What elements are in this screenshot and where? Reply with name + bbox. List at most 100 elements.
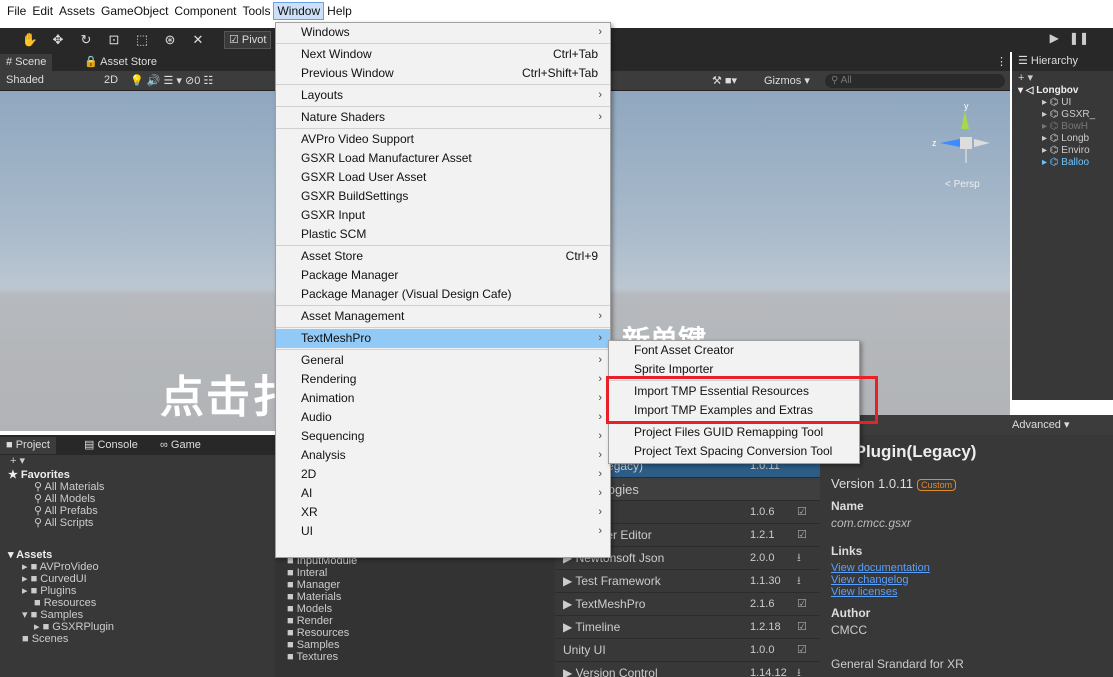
- tab-asset-store[interactable]: 🔒 Asset Store: [78, 54, 163, 71]
- menu-item-analysis[interactable]: Analysis ›: [276, 446, 610, 465]
- hierarchy-item[interactable]: ▸ ⌬ UI: [1012, 97, 1113, 109]
- scale-tool-icon[interactable]: ⊡: [104, 31, 124, 49]
- view-licenses-link[interactable]: View licenses: [831, 586, 1113, 598]
- menu-item-audio[interactable]: Audio ›: [276, 408, 610, 427]
- menu-item-windows[interactable]: Windows ›: [276, 23, 610, 42]
- hierarchy-item[interactable]: ▸ ⌬ Longb: [1012, 133, 1113, 145]
- rotate-tool-icon[interactable]: ↻: [76, 31, 96, 49]
- menu-item-asset-management[interactable]: Asset Management ›: [276, 307, 610, 326]
- menu-item-avpro-video-support[interactable]: AVPro Video Support: [276, 130, 610, 149]
- tab-project[interactable]: ■ Project: [0, 437, 56, 454]
- favorite-item[interactable]: ⚲ All Materials: [0, 481, 275, 493]
- menu-window[interactable]: Window: [273, 2, 325, 20]
- menu-item-previous-window[interactable]: Previous Window Ctrl+Shift+Tab: [276, 64, 610, 83]
- view-changelog-link[interactable]: View changelog: [831, 574, 1113, 586]
- hierarchy-item[interactable]: ▸ ⌬ BowH: [1012, 121, 1113, 133]
- orientation-gizmo-icon[interactable]: y z: [930, 101, 1000, 176]
- menu-item-gsxr-buildsettings[interactable]: GSXR BuildSettings: [276, 187, 610, 206]
- project-add-button[interactable]: + ▾: [0, 455, 275, 469]
- folder-item[interactable]: ■ Models: [275, 603, 555, 615]
- menu-item-gsxr-input[interactable]: GSXR Input: [276, 206, 610, 225]
- menu-tools[interactable]: Tools: [239, 2, 273, 20]
- more-options-icon[interactable]: ⋮: [990, 54, 1013, 71]
- hierarchy-add-button[interactable]: + ▾: [1012, 71, 1113, 85]
- menu-item-plastic-scm[interactable]: Plastic SCM: [276, 225, 610, 244]
- hierarchy-tab[interactable]: ☰ Hierarchy: [1012, 52, 1113, 71]
- menu-item-ai[interactable]: AI ›: [276, 484, 610, 503]
- advanced-dropdown[interactable]: Advanced ▾: [1012, 418, 1070, 431]
- menu-assets[interactable]: Assets: [56, 2, 98, 20]
- folder-item[interactable]: ■ Materials: [275, 591, 555, 603]
- menu-gameobject[interactable]: GameObject: [98, 2, 171, 20]
- asset-folder-item[interactable]: ▸ ■ AVProVideo: [0, 561, 275, 573]
- hand-tool-icon[interactable]: ✋: [20, 31, 40, 49]
- pivot-toggle[interactable]: ☑ Pivot: [224, 31, 272, 49]
- play-controls[interactable]: ▶ ❚❚: [1050, 31, 1089, 45]
- move-tool-icon[interactable]: ✥: [48, 31, 68, 49]
- view-documentation-link[interactable]: View documentation: [831, 562, 1113, 574]
- perspective-label[interactable]: < Persp: [945, 179, 980, 190]
- gizmos-dropdown[interactable]: Gizmos ▾: [764, 74, 810, 87]
- menu-item-rendering[interactable]: Rendering ›: [276, 370, 610, 389]
- menu-item-layouts[interactable]: Layouts ›: [276, 86, 610, 105]
- menu-component[interactable]: Component: [171, 2, 239, 20]
- tab-scene[interactable]: # Scene: [0, 54, 53, 71]
- folder-item[interactable]: ■ Manager: [275, 579, 555, 591]
- rect-tool-icon[interactable]: ⬚: [132, 31, 152, 49]
- folder-item[interactable]: ■ Textures: [275, 651, 555, 663]
- menu-item-textmeshpro[interactable]: TextMeshPro ›: [276, 329, 610, 348]
- asset-folder-item[interactable]: ■ Resources: [0, 597, 275, 609]
- favorite-item[interactable]: ⚲ All Models: [0, 493, 275, 505]
- hierarchy-item[interactable]: ▸ ⌬ Enviro: [1012, 145, 1113, 157]
- shading-dropdown[interactable]: Shaded: [6, 74, 44, 86]
- submenu-item-project-files-guid-remapping-tool[interactable]: Project Files GUID Remapping Tool: [609, 423, 859, 442]
- favorite-item[interactable]: ⚲ All Scripts: [0, 517, 275, 529]
- asset-folder-item[interactable]: ▸ ■ GSXRPlugin: [0, 621, 275, 633]
- custom-tool-icon[interactable]: ✕: [188, 31, 208, 49]
- transform-tool-icon[interactable]: ⊛: [160, 31, 180, 49]
- menu-item-2d[interactable]: 2D ›: [276, 465, 610, 484]
- folder-item[interactable]: ■ Interal: [275, 567, 555, 579]
- folder-item[interactable]: ■ Resources: [275, 627, 555, 639]
- scene-search-input[interactable]: ⚲ All: [825, 74, 1005, 88]
- menu-item-gsxr-load-user-asset[interactable]: GSXR Load User Asset: [276, 168, 610, 187]
- package-row[interactable]: ▶ Timeline 1.2.18 ☑: [555, 616, 820, 639]
- menu-item-sequencing[interactable]: Sequencing ›: [276, 427, 610, 446]
- menu-item-animation[interactable]: Animation ›: [276, 389, 610, 408]
- submenu-item-font-asset-creator[interactable]: Font Asset Creator: [609, 341, 859, 360]
- asset-folder-item[interactable]: ■ Scenes: [0, 633, 275, 645]
- submenu-item-project-text-spacing-conversion-tool[interactable]: Project Text Spacing Conversion Tool: [609, 442, 859, 461]
- menu-help[interactable]: Help: [324, 2, 355, 20]
- favorite-item[interactable]: ⚲ All Prefabs: [0, 505, 275, 517]
- hierarchy-item[interactable]: ▾ ◁ Longbov: [1012, 85, 1113, 97]
- package-row[interactable]: ▶ TextMeshPro 2.1.6 ☑: [555, 593, 820, 616]
- mode-2d-toggle[interactable]: 2D: [104, 74, 118, 86]
- favorites-header[interactable]: ★ Favorites: [0, 469, 275, 481]
- menu-item-package-manager[interactable]: Package Manager: [276, 266, 610, 285]
- package-row[interactable]: Unity UI 1.0.0 ☑: [555, 639, 820, 662]
- hierarchy-item[interactable]: ▸ ⌬ GSXR_: [1012, 109, 1113, 121]
- asset-folder-item[interactable]: ▸ ■ CurvedUI: [0, 573, 275, 585]
- menu-item-xr[interactable]: XR ›: [276, 503, 610, 522]
- package-row[interactable]: ▶ Test Framework 1.1.30 ⭳: [555, 570, 820, 593]
- package-row[interactable]: ▶ Version Control 1.14.12 ⭳: [555, 662, 820, 677]
- menu-file[interactable]: File: [4, 2, 29, 20]
- tools-icon[interactable]: ⚒ ■▾: [712, 74, 737, 87]
- assets-header[interactable]: ▾ Assets: [0, 549, 275, 561]
- hierarchy-item[interactable]: ▸ ⌬ Balloo: [1012, 157, 1113, 169]
- folder-item[interactable]: ■ Render: [275, 615, 555, 627]
- menu-item-asset-store[interactable]: Asset Store Ctrl+9: [276, 247, 610, 266]
- menu-edit[interactable]: Edit: [29, 2, 56, 20]
- menu-item-gsxr-load-manufacturer-asset[interactable]: GSXR Load Manufacturer Asset: [276, 149, 610, 168]
- tab-console[interactable]: ▤ Console: [78, 437, 144, 454]
- tab-game[interactable]: ∞ Game: [154, 437, 207, 454]
- menu-item-ui[interactable]: UI ›: [276, 522, 610, 541]
- menu-item-nature-shaders[interactable]: Nature Shaders ›: [276, 108, 610, 127]
- menu-item-general[interactable]: General ›: [276, 351, 610, 370]
- folder-item[interactable]: ■ Samples: [275, 639, 555, 651]
- asset-folder-item[interactable]: ▾ ■ Samples: [0, 609, 275, 621]
- menu-item-package-manager-visual-design-cafe[interactable]: Package Manager (Visual Design Cafe): [276, 285, 610, 304]
- scene-toggles-icons[interactable]: 💡 🔊 ☰ ▾ ⊘0 ☷: [130, 74, 213, 87]
- menu-item-next-window[interactable]: Next Window Ctrl+Tab: [276, 45, 610, 64]
- asset-folder-item[interactable]: ▸ ■ Plugins: [0, 585, 275, 597]
